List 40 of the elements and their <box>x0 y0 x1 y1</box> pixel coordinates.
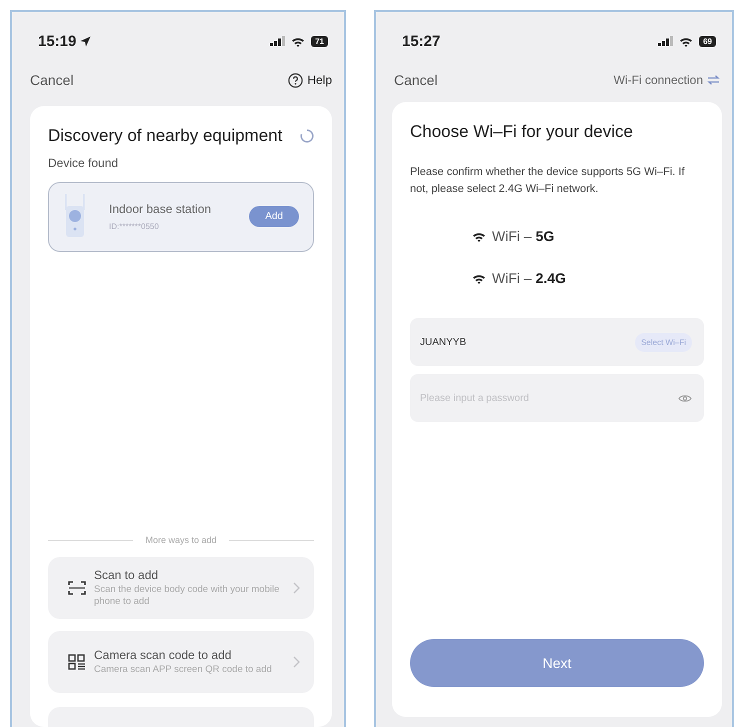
eye-icon <box>678 394 692 404</box>
divider-label: More ways to add <box>145 535 217 545</box>
card-title: Discovery of nearby equipment <box>48 126 282 146</box>
wifi-icon <box>679 36 694 46</box>
signal-icon <box>270 36 286 46</box>
wifi-icon <box>472 230 486 242</box>
option-description: Scan the device body code with your mobile phone to add <box>94 584 280 608</box>
band-label: WiFi – 2.4G <box>492 270 566 286</box>
battery-level: 69 <box>699 36 716 46</box>
wifi-icon <box>472 272 486 284</box>
battery-level: 71 <box>311 36 328 46</box>
card-title: Choose Wi–Fi for your device <box>410 122 634 142</box>
status-time: 15:27 <box>402 32 440 50</box>
swap-icon <box>707 75 720 85</box>
option-title: Scan to add <box>94 568 160 582</box>
nav-action-link[interactable]: Wi-Fi connection <box>614 73 720 87</box>
section-label: Device found <box>48 156 120 170</box>
band-label: WiFi – 5G <box>492 228 554 244</box>
cancel-link[interactable]: Cancel <box>394 72 438 88</box>
nav-action-link[interactable]: Help <box>288 72 332 88</box>
qr-code-icon <box>68 654 86 670</box>
description-text: Please confirm whether the device supports 5G Wi–Fi. If not, please select 2.4G Wi–Fi network. <box>410 165 686 198</box>
device-name: Indoor base station <box>109 202 212 216</box>
base-station-icon <box>63 194 87 238</box>
status-time: 15:19 <box>38 32 76 50</box>
option-row[interactable]: Scan to add Scan the device body code with your mobile phone to add <box>48 557 314 619</box>
option-row[interactable]: Camera scan code to add Camera scan APP screen QR code to add <box>48 631 314 693</box>
wifi-icon <box>291 36 306 46</box>
option-description: Camera scan APP screen QR code to add <box>94 664 273 676</box>
help-icon <box>288 72 304 88</box>
cancel-link[interactable]: Cancel <box>30 72 74 88</box>
network-name-field[interactable]: JUANYYB Select Wi–Fi <box>410 318 704 366</box>
chevron-right-icon <box>293 656 300 668</box>
scan-frame-icon <box>68 580 86 596</box>
device-card[interactable]: Indoor base station ID:*******0550 Add <box>48 182 314 252</box>
device-id: ID:*******0550 <box>109 222 160 230</box>
chevron-right-icon <box>293 582 300 594</box>
loading-spinner-icon <box>300 129 314 143</box>
signal-icon <box>658 36 674 46</box>
option-title: Camera scan code to add <box>94 648 232 662</box>
